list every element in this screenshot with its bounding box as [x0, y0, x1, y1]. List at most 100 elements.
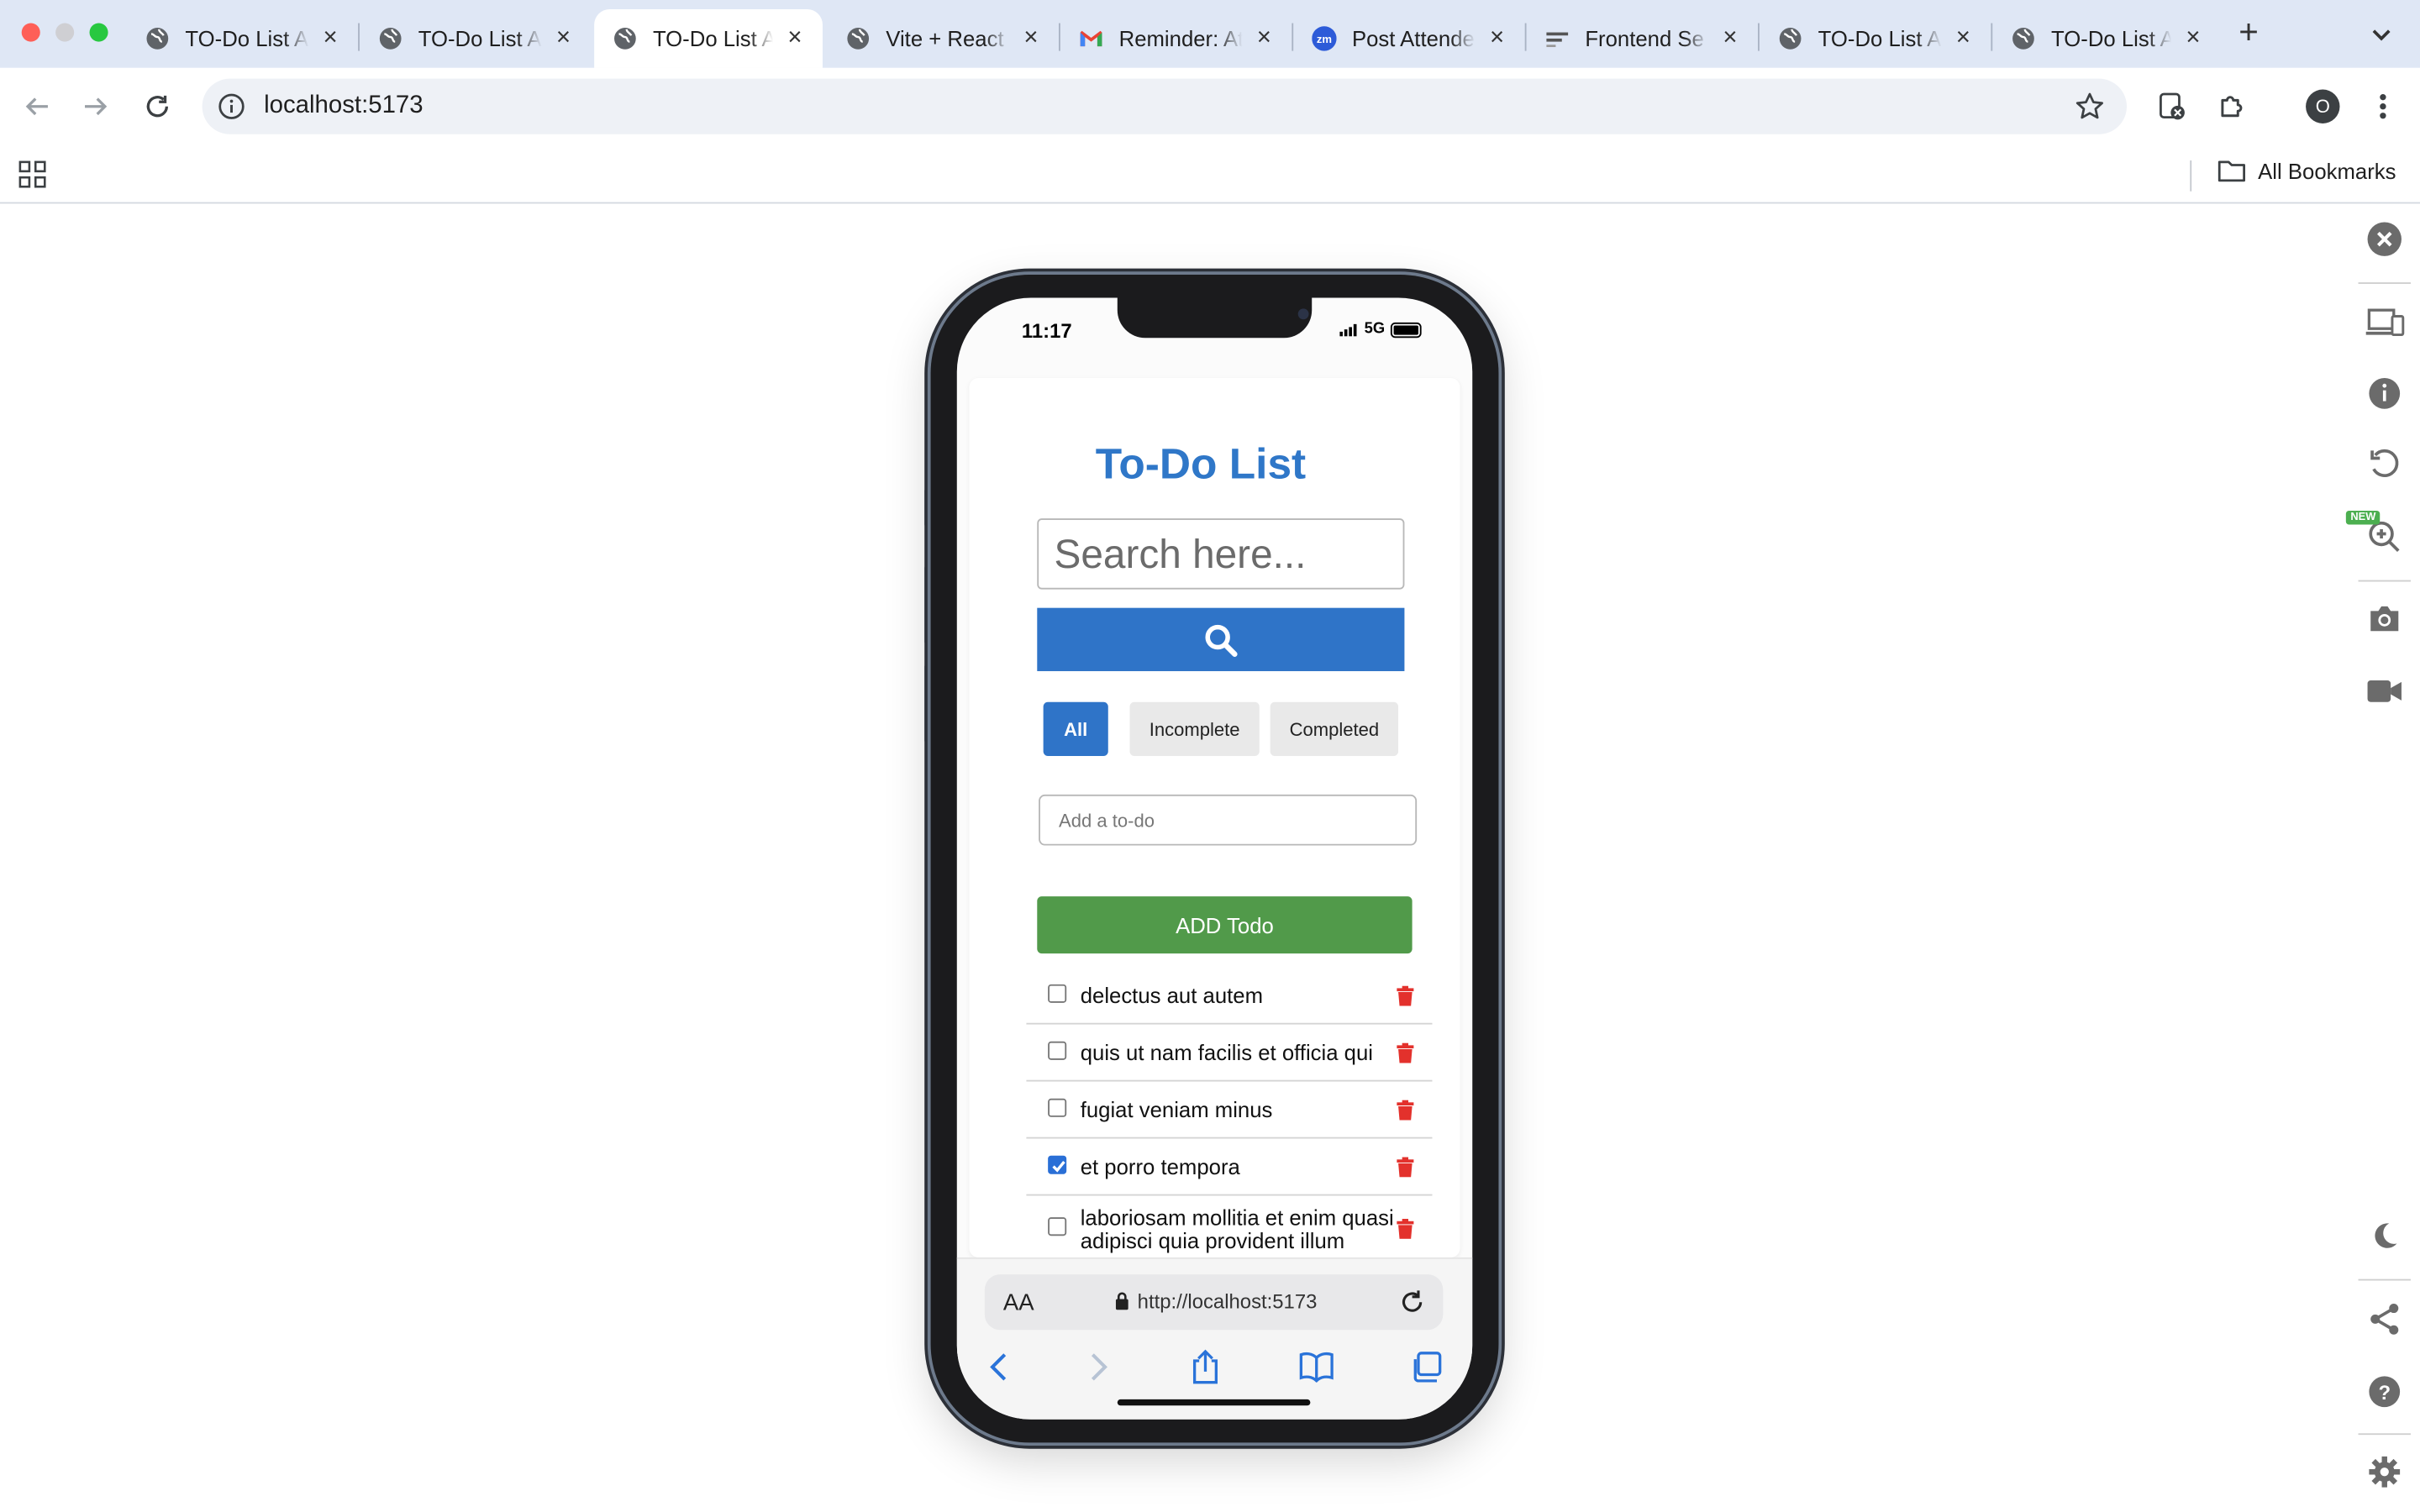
video-camera-icon[interactable]	[2365, 671, 2405, 711]
phone-silent-switch	[924, 487, 931, 528]
browser-tab[interactable]: Reminder: Attendance ×	[1060, 9, 1292, 68]
apps-grid-icon[interactable]	[18, 160, 46, 188]
status-indicators: 5G	[1339, 321, 1423, 338]
browser-toolbar: localhost:5173 O	[0, 67, 2420, 145]
todo-checkbox[interactable]	[1048, 1217, 1067, 1236]
forward-arrow-icon[interactable]	[77, 88, 114, 125]
add-todo-button[interactable]: ADD Todo	[1037, 896, 1413, 954]
lock-icon	[1115, 1292, 1128, 1310]
browser-tab[interactable]: zm Post Attendee ×	[1293, 9, 1525, 68]
add-todo-input[interactable]	[1039, 794, 1418, 846]
safari-address-bar[interactable]: AA http://localhost:5173	[984, 1274, 1444, 1331]
profile-avatar[interactable]: O	[2306, 89, 2340, 123]
camera-icon[interactable]	[2365, 599, 2405, 639]
close-tab-icon[interactable]: ×	[1951, 25, 1975, 50]
sidebar-divider	[2358, 1278, 2411, 1281]
phone-notch	[1117, 297, 1313, 339]
rotate-icon[interactable]	[2365, 444, 2405, 485]
devices-icon[interactable]	[2365, 302, 2405, 343]
safari-back-icon[interactable]	[980, 1348, 1017, 1385]
search-input[interactable]	[1037, 518, 1405, 590]
browser-tab[interactable]: Frontend Se ×	[1527, 9, 1759, 68]
close-tab-icon[interactable]: ×	[1252, 25, 1276, 50]
browser-tab[interactable]: TO-Do List App ×	[360, 9, 592, 68]
status-time: 11:17	[1021, 319, 1072, 343]
all-bookmarks-button[interactable]: All Bookmarks	[2217, 159, 2396, 184]
back-arrow-icon[interactable]	[18, 88, 55, 125]
browser-tab[interactable]: Vite + React ×	[827, 9, 1059, 68]
todo-item: et porro tempora	[1026, 1139, 1433, 1196]
todo-item: laboriosam mollitia et enim quasi adipis…	[1026, 1195, 1432, 1257]
home-indicator	[1117, 1399, 1311, 1406]
front-camera	[1297, 308, 1309, 320]
trash-icon[interactable]	[1397, 1157, 1414, 1178]
phone-volume-down-button	[924, 663, 931, 744]
app-title: To-Do List	[1095, 439, 1307, 488]
new-tab-button[interactable]: +	[2232, 14, 2265, 49]
help-icon[interactable]: ?	[2365, 1372, 2405, 1412]
zoom-icon: zm	[1312, 26, 1337, 51]
maximize-window-button[interactable]	[89, 23, 108, 42]
globe-icon	[846, 26, 871, 50]
all-bookmarks-label: All Bookmarks	[2258, 159, 2396, 184]
reload-icon[interactable]	[1398, 1289, 1426, 1316]
close-tab-icon[interactable]: ×	[782, 25, 807, 50]
search-button[interactable]	[1037, 607, 1405, 671]
minimize-window-button[interactable]	[55, 23, 75, 42]
safari-url: http://localhost:5173	[1137, 1289, 1318, 1314]
sidebar-divider	[2358, 580, 2411, 582]
close-tab-icon[interactable]: ×	[1018, 25, 1043, 50]
battery-icon	[1391, 321, 1423, 338]
close-circle-icon[interactable]	[2365, 219, 2405, 260]
browser-tab[interactable]: TO-Do List App ×	[127, 9, 359, 68]
todo-item: fugiat veniam minus	[1026, 1082, 1433, 1139]
todo-item: quis ut nam facilis et officia qui	[1026, 1025, 1433, 1082]
browser-tab-active[interactable]: TO-Do List App ×	[594, 9, 823, 68]
trash-icon[interactable]	[1397, 1219, 1414, 1239]
todo-checkbox-checked[interactable]	[1048, 1155, 1067, 1174]
browser-tab[interactable]: TO-Do List App ×	[1760, 9, 1991, 68]
reload-icon[interactable]	[139, 88, 176, 125]
filter-all-button[interactable]: All	[1043, 701, 1108, 756]
reader-aa-button[interactable]: AA	[1003, 1290, 1034, 1316]
trash-icon[interactable]	[1397, 1042, 1414, 1063]
address-url: localhost:5173	[264, 92, 424, 119]
safari-tabs-icon[interactable]	[1407, 1348, 1444, 1385]
share-icon[interactable]	[2365, 1299, 2405, 1340]
filter-completed-button[interactable]: Completed	[1270, 701, 1399, 756]
info-icon[interactable]	[2365, 373, 2405, 413]
settings-gear-icon[interactable]	[2365, 1452, 2405, 1492]
address-bar[interactable]: localhost:5173	[202, 78, 2128, 134]
trash-icon[interactable]	[1397, 1100, 1414, 1121]
todo-checkbox[interactable]	[1048, 1041, 1067, 1060]
safari-bookmarks-icon[interactable]	[1298, 1348, 1335, 1385]
todo-text: laboriosam mollitia et enim quasi adipis…	[1080, 1205, 1394, 1253]
filter-incomplete-button[interactable]: Incomplete	[1129, 701, 1260, 756]
site-info-icon[interactable]	[218, 92, 245, 120]
close-tab-icon[interactable]: ×	[1718, 25, 1742, 50]
todo-checkbox[interactable]	[1048, 1098, 1067, 1117]
todo-text: et porro tempora	[1080, 1153, 1240, 1179]
dark-mode-moon-icon[interactable]	[2365, 1215, 2405, 1256]
browser-menu-icon[interactable]	[2370, 88, 2395, 125]
phone-frame: 11:17 5G To-Do List All Incomplete Compl…	[930, 274, 1499, 1443]
safari-share-icon[interactable]	[1186, 1348, 1223, 1385]
close-tab-icon[interactable]: ×	[318, 25, 342, 50]
extension-blocked-icon[interactable]	[2154, 90, 2188, 123]
close-tab-icon[interactable]: ×	[2181, 25, 2205, 50]
close-window-button[interactable]	[21, 23, 40, 42]
todo-checkbox[interactable]	[1048, 984, 1067, 1003]
close-tab-icon[interactable]: ×	[1485, 25, 1509, 50]
bookmarks-divider	[2190, 160, 2192, 192]
sidebar-divider	[2358, 1433, 2411, 1436]
phone-screen: 11:17 5G To-Do List All Incomplete Compl…	[956, 297, 1473, 1420]
browser-tab[interactable]: TO-Do List App ×	[1992, 9, 2221, 68]
safari-forward-icon[interactable]	[1081, 1348, 1118, 1385]
bookmark-star-icon[interactable]	[2075, 91, 2106, 122]
trash-icon[interactable]	[1397, 985, 1414, 1006]
globe-icon	[378, 26, 402, 50]
screen-root: TO-Do List App × TO-Do List App × TO-Do …	[0, 0, 2420, 1512]
close-tab-icon[interactable]: ×	[551, 25, 576, 50]
tab-search-chevron-icon[interactable]	[2366, 18, 2397, 50]
extensions-puzzle-icon[interactable]	[2215, 90, 2249, 123]
